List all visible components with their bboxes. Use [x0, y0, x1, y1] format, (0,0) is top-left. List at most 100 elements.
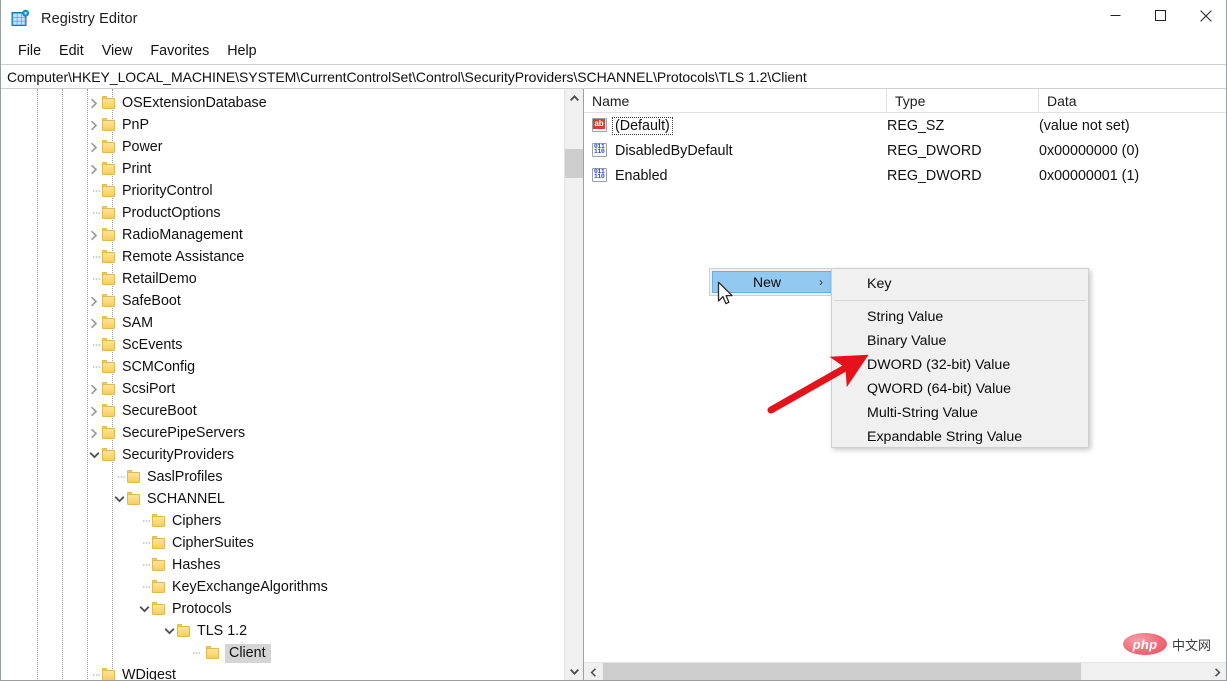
submenu-item-expandable-string-value[interactable]: Expandable String Value	[832, 425, 1088, 449]
tree-item-client[interactable]: Client	[1, 642, 564, 664]
chevron-right-icon[interactable]	[86, 403, 102, 419]
tree-item-label: SecurityProviders	[122, 447, 235, 463]
value-row[interactable]: ab (Default) REG_SZ (value not set)	[584, 113, 1226, 138]
chevron-right-icon[interactable]	[86, 95, 102, 111]
submenu-item-binary-value[interactable]: Binary Value	[832, 329, 1088, 353]
tree-item-label: WDigest	[122, 667, 177, 681]
tree-item-retaildemo[interactable]: RetailDemo	[1, 268, 564, 290]
value-row[interactable]: 011 110 DisabledByDefault REG_DWORD 0x000000…	[584, 138, 1226, 163]
context-menu-item-new[interactable]: New ›	[712, 271, 833, 293]
tree-item-label: Remote Assistance	[122, 249, 245, 265]
tree-item-label: ScsiPort	[122, 381, 176, 397]
string-value-icon: ab	[592, 118, 608, 133]
window-title: Registry Editor	[41, 11, 138, 27]
menu-view[interactable]: View	[93, 41, 142, 62]
tree-item-power[interactable]: Power	[1, 136, 564, 158]
tree-connector	[86, 359, 102, 375]
horizontal-scroll-track[interactable]	[603, 662, 1208, 680]
column-header-data[interactable]: Data	[1039, 89, 1226, 113]
registry-tree-pane[interactable]: OSExtensionDatabase PnP Power Print Priority…	[1, 89, 584, 681]
chevron-down-icon[interactable]	[136, 601, 152, 617]
tree-item-scsiport[interactable]: ScsiPort	[1, 378, 564, 400]
folder-icon	[102, 184, 116, 198]
tree-item-label: SecurePipeServers	[122, 425, 246, 441]
folder-icon	[152, 514, 166, 528]
values-column-header: Name Type Data	[584, 89, 1226, 113]
tree-item-productoptions[interactable]: ProductOptions	[1, 202, 564, 224]
tree-item-ciphers[interactable]: Ciphers	[1, 510, 564, 532]
tree-item-radiomanagement[interactable]: RadioManagement	[1, 224, 564, 246]
chevron-right-icon[interactable]	[86, 227, 102, 243]
value-data-cell: (value not set)	[1039, 117, 1130, 134]
scroll-right-arrow-icon[interactable]	[1208, 663, 1226, 681]
submenu-item-multi-string-value[interactable]: Multi-String Value	[832, 401, 1088, 425]
folder-icon	[102, 426, 116, 440]
tree-item-sam[interactable]: SAM	[1, 312, 564, 334]
tree-item-ciphersuites[interactable]: CipherSuites	[1, 532, 564, 554]
tree-item-securityproviders[interactable]: SecurityProviders	[1, 444, 564, 466]
chevron-right-icon[interactable]	[86, 315, 102, 331]
tree-item-scevents[interactable]: ScEvents	[1, 334, 564, 356]
tree-connector	[186, 645, 202, 661]
tree-item-label: Hashes	[172, 557, 221, 573]
chevron-right-icon[interactable]	[86, 139, 102, 155]
close-button[interactable]	[1183, 0, 1226, 31]
chevron-down-icon[interactable]	[161, 623, 177, 639]
tree-item-tls-1-2[interactable]: TLS 1.2	[1, 620, 564, 642]
tree-item-print[interactable]: Print	[1, 158, 564, 180]
chevron-right-icon[interactable]	[86, 381, 102, 397]
tree-item-protocols[interactable]: Protocols	[1, 598, 564, 620]
tree-item-prioritycontrol[interactable]: PriorityControl	[1, 180, 564, 202]
values-horizontal-scrollbar[interactable]	[584, 662, 1226, 681]
folder-icon	[102, 294, 116, 308]
tree-connector	[86, 249, 102, 265]
horizontal-scrollbar-thumb[interactable]	[603, 662, 1081, 680]
tree-item-pnp[interactable]: PnP	[1, 114, 564, 136]
tree-item-osextensiondatabase[interactable]: OSExtensionDatabase	[1, 92, 564, 114]
submenu-item-dword-32-bit-value[interactable]: DWORD (32-bit) Value	[832, 353, 1088, 377]
minimize-button[interactable]	[1093, 0, 1138, 31]
tree-item-scmconfig[interactable]: SCMConfig	[1, 356, 564, 378]
tree-item-remote-assistance[interactable]: Remote Assistance	[1, 246, 564, 268]
value-row[interactable]: 011 110 Enabled REG_DWORD 0x00000001 (1)	[584, 163, 1226, 188]
scroll-left-arrow-icon[interactable]	[584, 663, 603, 681]
value-type-cell: REG_SZ	[887, 117, 945, 134]
folder-icon	[127, 470, 141, 484]
address-bar[interactable]: Computer\HKEY_LOCAL_MACHINE\SYSTEM\Curre…	[1, 64, 1226, 89]
tree-item-label: Print	[122, 161, 152, 177]
tree-item-securepipeservers[interactable]: SecurePipeServers	[1, 422, 564, 444]
registry-tree: OSExtensionDatabase PnP Power Print Priority…	[1, 89, 564, 681]
chevron-down-icon[interactable]	[111, 491, 127, 507]
submenu-item-key[interactable]: Key	[832, 272, 1088, 296]
menu-favorites[interactable]: Favorites	[141, 41, 218, 62]
new-submenu[interactable]: Key String Value Binary Value DWORD (32-bit…	[831, 268, 1089, 448]
tree-vertical-scrollbar[interactable]	[564, 89, 583, 680]
tree-item-saslprofiles[interactable]: SaslProfiles	[1, 466, 564, 488]
tree-item-secureboot[interactable]: SecureBoot	[1, 400, 564, 422]
tree-item-schannel[interactable]: SCHANNEL	[1, 488, 564, 510]
chevron-right-icon[interactable]	[86, 117, 102, 133]
maximize-button[interactable]	[1138, 0, 1183, 31]
scroll-up-arrow-icon[interactable]	[565, 89, 583, 108]
menu-file[interactable]: File	[9, 41, 50, 62]
tree-scrollbar-thumb[interactable]	[565, 149, 583, 178]
tree-item-keyexchangealgorithms[interactable]: KeyExchangeAlgorithms	[1, 576, 564, 598]
tree-connector	[136, 513, 152, 529]
column-header-name[interactable]: Name	[584, 89, 887, 113]
submenu-item-string-value[interactable]: String Value	[832, 305, 1088, 329]
chevron-right-icon[interactable]	[86, 293, 102, 309]
scroll-down-arrow-icon[interactable]	[565, 662, 583, 680]
menu-help[interactable]: Help	[218, 41, 265, 62]
chevron-right-icon[interactable]	[86, 161, 102, 177]
context-menu[interactable]: New ›	[709, 268, 836, 296]
column-header-type[interactable]: Type	[887, 89, 1039, 113]
menu-edit[interactable]: Edit	[50, 41, 93, 62]
tree-item-wdigest[interactable]: WDigest	[1, 664, 564, 681]
tree-item-safeboot[interactable]: SafeBoot	[1, 290, 564, 312]
folder-icon	[102, 404, 116, 418]
chevron-right-icon[interactable]	[86, 425, 102, 441]
submenu-item-qword-64-bit-value[interactable]: QWORD (64-bit) Value	[832, 377, 1088, 401]
tree-item-label: SCHANNEL	[147, 491, 225, 507]
chevron-down-icon[interactable]	[86, 447, 102, 463]
tree-item-hashes[interactable]: Hashes	[1, 554, 564, 576]
